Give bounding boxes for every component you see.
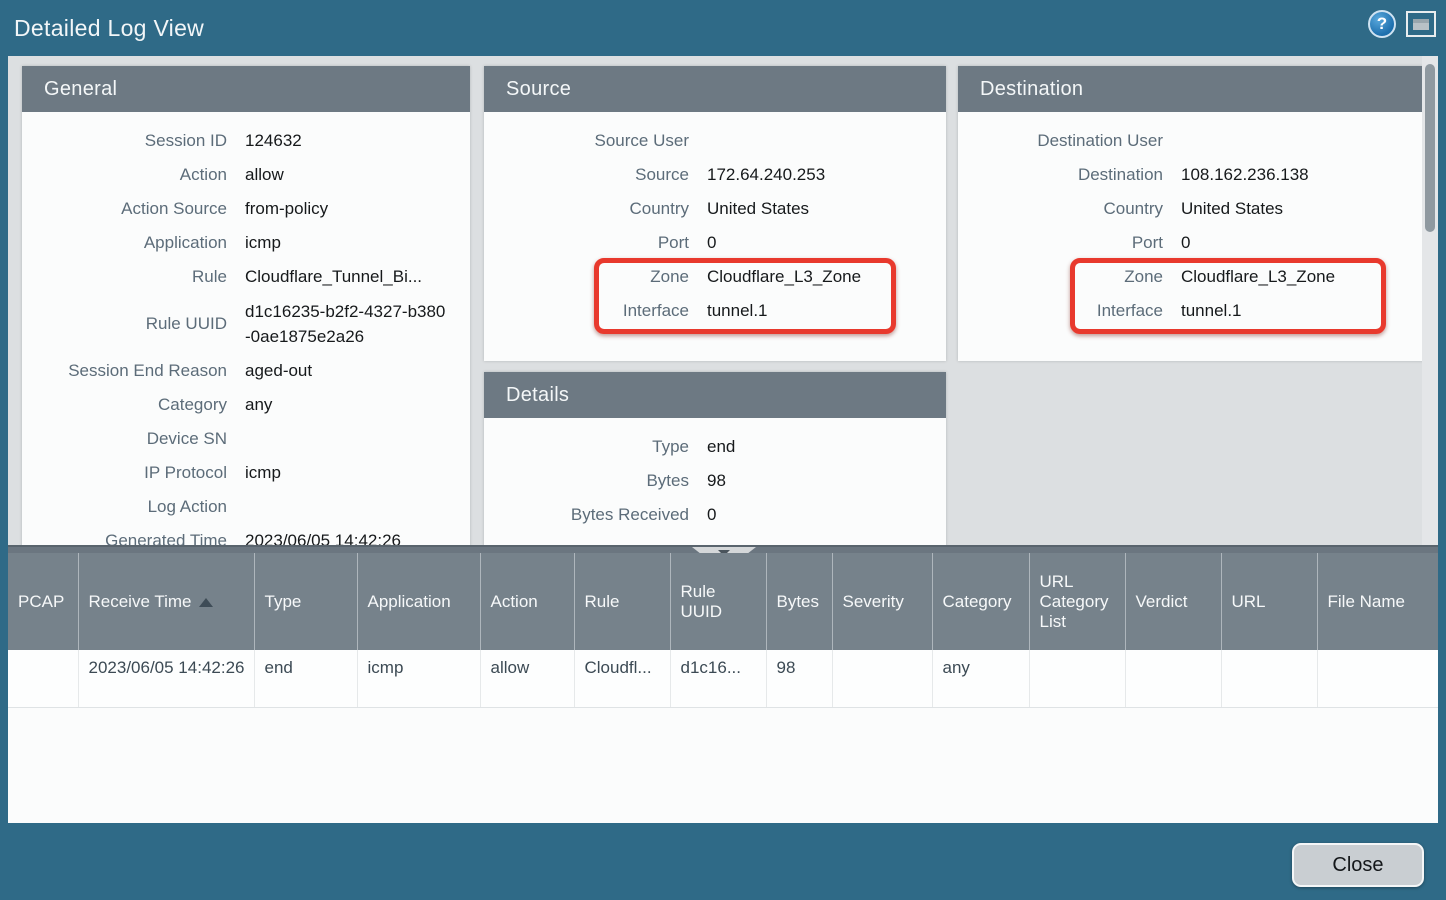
cell-rule-uuid: d1c16... xyxy=(670,650,766,707)
field-session-id: Session ID124632 xyxy=(22,124,470,158)
field-source-interface: Interfacetunnel.1 xyxy=(484,294,946,328)
field-application: Applicationicmp xyxy=(22,226,470,260)
field-destination-port: Port0 xyxy=(958,226,1426,260)
col-header-file-name[interactable]: File Name xyxy=(1317,553,1438,650)
help-icon[interactable]: ? xyxy=(1368,10,1396,38)
details-panel-header: Details xyxy=(484,372,946,418)
log-table: PCAP Receive Time Type Application Actio… xyxy=(8,553,1438,708)
field-destination-zone: ZoneCloudflare_L3_Zone xyxy=(958,260,1426,294)
col-header-verdict[interactable]: Verdict xyxy=(1125,553,1221,650)
field-rule-uuid: Rule UUIDd1c16235-b2f2-4327-b380-0ae1875… xyxy=(22,294,470,354)
panels-scrollbar xyxy=(1422,56,1438,545)
col-header-rule[interactable]: Rule xyxy=(574,553,670,650)
cell-url xyxy=(1221,650,1317,707)
field-source-country: CountryUnited States xyxy=(484,192,946,226)
title-bar: Detailed Log View ? xyxy=(0,0,1446,56)
log-table-region: PCAP Receive Time Type Application Actio… xyxy=(8,545,1438,823)
cell-verdict xyxy=(1125,650,1221,707)
cell-category: any xyxy=(932,650,1029,707)
field-source-user: Source User xyxy=(484,124,946,158)
detail-panels-container: General Session ID124632 Actionallow Act… xyxy=(8,56,1438,545)
col-header-rule-uuid[interactable]: Rule UUID xyxy=(670,553,766,650)
table-row[interactable]: 2023/06/05 14:42:26 end icmp allow Cloud… xyxy=(8,650,1438,707)
field-source: Source172.64.240.253 xyxy=(484,158,946,192)
destination-panel-header: Destination xyxy=(958,66,1426,112)
field-log-action: Log Action xyxy=(22,490,470,524)
field-device-sn: Device SN xyxy=(22,422,470,456)
col-header-bytes[interactable]: Bytes xyxy=(766,553,832,650)
col-header-application[interactable]: Application xyxy=(357,553,480,650)
field-session-end-reason: Session End Reasonaged-out xyxy=(22,354,470,388)
field-source-zone: ZoneCloudflare_L3_Zone xyxy=(484,260,946,294)
cell-type: end xyxy=(254,650,357,707)
col-header-action[interactable]: Action xyxy=(480,553,574,650)
field-action: Actionallow xyxy=(22,158,470,192)
cell-rule: Cloudfl... xyxy=(574,650,670,707)
col-header-url-category-list[interactable]: URL Category List xyxy=(1029,553,1125,650)
field-generated-time: Generated Time2023/06/05 14:42:26 xyxy=(22,524,470,545)
source-panel: Source Source User Source172.64.240.253 … xyxy=(484,66,946,361)
cell-bytes: 98 xyxy=(766,650,832,707)
sort-ascending-icon xyxy=(199,598,213,607)
destination-panel: Destination Destination User Destination… xyxy=(958,66,1426,361)
field-ip-protocol: IP Protocolicmp xyxy=(22,456,470,490)
field-bytes-received: Bytes Received0 xyxy=(484,498,946,532)
page-title: Detailed Log View xyxy=(0,15,204,42)
field-destination-interface: Interfacetunnel.1 xyxy=(958,294,1426,328)
help-icon-glyph: ? xyxy=(1377,14,1387,34)
field-source-port: Port0 xyxy=(484,226,946,260)
field-action-source: Action Sourcefrom-policy xyxy=(22,192,470,226)
field-category: Categoryany xyxy=(22,388,470,422)
general-panel: General Session ID124632 Actionallow Act… xyxy=(22,66,470,545)
col-header-receive-time[interactable]: Receive Time xyxy=(78,553,254,650)
col-header-url[interactable]: URL xyxy=(1221,553,1317,650)
field-destination-user: Destination User xyxy=(958,124,1426,158)
window-restore-icon-inner xyxy=(1413,19,1429,30)
cell-url-category-list xyxy=(1029,650,1125,707)
panels-scrollbar-thumb[interactable] xyxy=(1425,64,1435,232)
cell-severity xyxy=(832,650,932,707)
general-panel-header: General xyxy=(22,66,470,112)
field-destination: Destination108.162.236.138 xyxy=(958,158,1426,192)
cell-application: icmp xyxy=(357,650,480,707)
details-panel: Details Typeend Bytes98 Bytes Received0 xyxy=(484,372,946,545)
field-type: Typeend xyxy=(484,430,946,464)
cell-file-name xyxy=(1317,650,1438,707)
field-bytes: Bytes98 xyxy=(484,464,946,498)
source-panel-header: Source xyxy=(484,66,946,112)
close-button[interactable]: Close xyxy=(1292,843,1424,887)
field-destination-country: CountryUnited States xyxy=(958,192,1426,226)
col-header-severity[interactable]: Severity xyxy=(832,553,932,650)
col-header-pcap[interactable]: PCAP xyxy=(8,553,78,650)
window-restore-icon[interactable] xyxy=(1406,11,1436,37)
field-rule: RuleCloudflare_Tunnel_Bi... xyxy=(22,260,470,294)
col-header-type[interactable]: Type xyxy=(254,553,357,650)
col-header-category[interactable]: Category xyxy=(932,553,1029,650)
cell-receive-time: 2023/06/05 14:42:26 xyxy=(78,650,254,707)
cell-action: allow xyxy=(480,650,574,707)
cell-pcap xyxy=(8,650,78,707)
table-header-row: PCAP Receive Time Type Application Actio… xyxy=(8,553,1438,650)
